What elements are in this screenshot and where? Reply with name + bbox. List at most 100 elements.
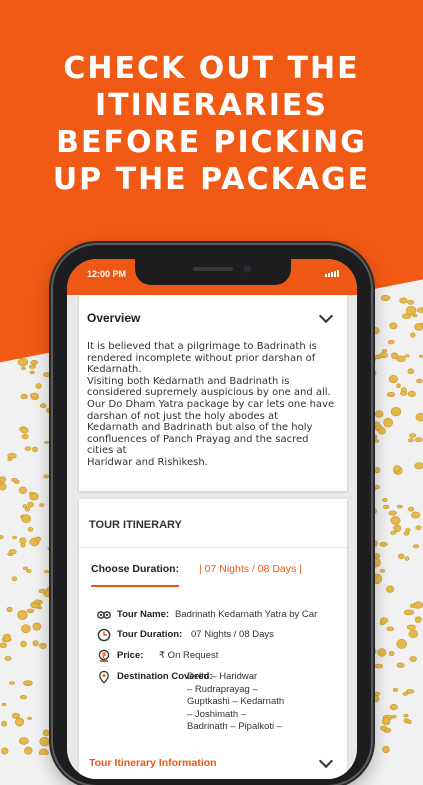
coin <box>414 616 422 624</box>
coin <box>407 390 416 398</box>
coin <box>6 606 13 613</box>
coin <box>381 349 388 353</box>
coin <box>34 599 41 604</box>
coin <box>23 680 33 686</box>
destination-value: Delhi – Haridwar – Rudraprayag – Guptkas… <box>187 671 285 731</box>
signal-icon <box>325 270 339 277</box>
coin <box>371 573 383 585</box>
coin <box>1 702 7 706</box>
coin <box>390 530 397 535</box>
coin <box>374 663 384 669</box>
coin <box>382 745 390 754</box>
tour-name-label: Tour Name: <box>117 609 170 620</box>
headline-line-2: ITINERARIES <box>94 88 329 123</box>
coin <box>415 413 423 422</box>
coin <box>416 307 423 313</box>
coin <box>27 501 34 508</box>
choose-duration-label: Choose Duration: <box>91 563 180 575</box>
coin <box>404 556 410 561</box>
owl-eyes-icon <box>97 611 111 619</box>
itinerary-info-title[interactable]: Tour Itinerary Information <box>89 757 217 769</box>
coin <box>383 417 393 428</box>
coin <box>370 694 380 703</box>
coin <box>380 617 389 624</box>
coin <box>373 484 381 489</box>
coin <box>28 364 36 369</box>
coin <box>27 716 32 720</box>
coin <box>39 403 47 409</box>
coin <box>20 393 28 400</box>
coin <box>382 504 390 509</box>
coin <box>43 569 50 574</box>
overview-card: Overview It is believed that a pilgrimag… <box>79 295 347 491</box>
coin <box>30 359 39 365</box>
coin <box>0 747 9 755</box>
coin <box>39 748 49 755</box>
coin <box>4 656 12 661</box>
coin <box>2 633 12 642</box>
coin <box>0 642 7 649</box>
coin <box>404 354 410 358</box>
duration-tab-indicator <box>91 585 179 587</box>
coin <box>20 640 27 648</box>
promo-headline: CHECK OUT THE ITINERARIES BEFORE PICKING… <box>0 50 423 198</box>
coin <box>382 497 388 502</box>
coin <box>35 383 42 389</box>
coin <box>415 525 422 531</box>
coin <box>399 297 408 304</box>
duration-selector[interactable]: | 07 Nights / 08 Days | <box>199 563 302 575</box>
coin <box>405 527 411 533</box>
coin <box>26 608 35 614</box>
coin <box>388 375 399 384</box>
coin <box>390 407 402 417</box>
coin <box>407 368 415 375</box>
coin <box>390 352 399 360</box>
coin <box>15 717 25 727</box>
coin <box>403 713 409 718</box>
coin <box>29 392 39 399</box>
coin <box>396 639 407 649</box>
coin <box>380 294 391 302</box>
coin <box>381 717 391 726</box>
coin <box>377 648 387 657</box>
phone-notch <box>135 259 291 285</box>
coin <box>35 536 42 542</box>
headline-line-4: UP THE PACKAGE <box>52 162 371 197</box>
coin <box>388 650 395 657</box>
coin <box>393 465 401 473</box>
price-value: ₹ On Request <box>159 650 219 661</box>
coin <box>370 370 377 377</box>
coin <box>389 322 398 330</box>
coin <box>7 457 13 462</box>
coin <box>400 391 408 396</box>
coin <box>32 446 38 453</box>
coin <box>21 624 31 634</box>
coin <box>24 746 33 755</box>
coin <box>371 327 380 335</box>
coin <box>380 725 387 731</box>
coin <box>27 527 34 532</box>
front-camera <box>243 265 251 273</box>
coin <box>410 603 416 609</box>
coin <box>43 372 51 377</box>
coin <box>390 516 401 525</box>
coin <box>378 427 386 435</box>
coin <box>19 537 27 545</box>
coin <box>414 462 423 470</box>
chevron-down-icon[interactable] <box>318 308 334 324</box>
coin <box>21 514 31 524</box>
coin <box>392 687 399 692</box>
coin <box>39 736 50 747</box>
coin <box>396 504 403 509</box>
coin <box>397 553 405 560</box>
coin <box>401 313 411 319</box>
coin <box>406 624 416 630</box>
coin <box>26 569 32 573</box>
coin <box>403 609 415 616</box>
coin <box>17 358 29 367</box>
coin <box>414 437 423 443</box>
coin <box>369 508 378 514</box>
coin <box>18 737 29 745</box>
price-tag-icon <box>98 649 110 662</box>
coin <box>39 503 45 507</box>
